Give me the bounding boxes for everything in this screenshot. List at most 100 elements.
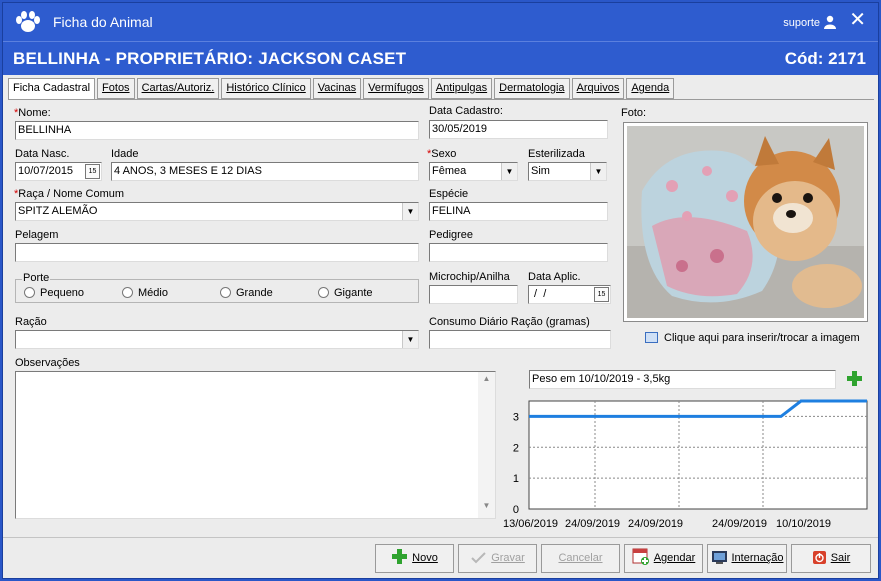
current-user: suporte bbox=[783, 17, 820, 29]
especie-field[interactable]: FELINA bbox=[429, 202, 608, 221]
monitor-icon bbox=[711, 551, 727, 564]
chart-y-tick-label: 2 bbox=[513, 442, 519, 454]
exit-icon bbox=[812, 551, 826, 564]
especie-label: Espécie bbox=[429, 188, 469, 200]
chevron-down-icon[interactable]: ▼ bbox=[402, 203, 418, 220]
porte-grande-radio[interactable]: Grande bbox=[220, 287, 273, 299]
sexo-value: Fêmea bbox=[432, 165, 467, 177]
record-title: BELLINHA - PROPRIETÁRIO: JACKSON CASET bbox=[13, 49, 407, 68]
animal-record-window: Ficha do Animal suporte ✕ BELLINHA - PRO… bbox=[2, 2, 879, 579]
pelagem-label: Pelagem bbox=[15, 229, 59, 241]
data-aplic-field[interactable]: / / 15 bbox=[528, 285, 611, 304]
raca-value: SPITZ ALEMÃO bbox=[18, 205, 98, 217]
calendar-add-icon bbox=[632, 548, 649, 565]
sexo-select[interactable]: Fêmea ▼ bbox=[429, 162, 518, 181]
tab-vacinas[interactable]: Vacinas bbox=[312, 78, 362, 99]
esterilizada-value: Sim bbox=[531, 165, 550, 177]
porte-gigante-radio[interactable]: Gigante bbox=[318, 287, 373, 299]
data-cadastro-field[interactable]: 30/05/2019 bbox=[429, 120, 608, 139]
internacao-button[interactable]: Internação bbox=[707, 544, 787, 573]
porte-medio-radio[interactable]: Médio bbox=[122, 287, 168, 299]
chart-y-tick-label: 3 bbox=[513, 411, 519, 423]
title-bar: Ficha do Animal suporte ✕ bbox=[3, 3, 878, 41]
idade-label: Idade bbox=[111, 148, 139, 160]
data-nasc-value: 10/07/2015 bbox=[18, 165, 74, 177]
chart-y-tick-label: 0 bbox=[513, 504, 519, 516]
data-aplic-label: Data Aplic. bbox=[528, 271, 581, 283]
tab-agenda[interactable]: Agenda bbox=[626, 78, 675, 99]
check-icon bbox=[471, 552, 486, 564]
chart-x-tick-label: 10/10/2019 bbox=[776, 518, 831, 530]
chart-x-tick-label: 24/09/2019 bbox=[565, 518, 620, 530]
tab-fotos[interactable]: Fotos bbox=[97, 78, 135, 99]
raca-select[interactable]: SPITZ ALEMÃO ▼ bbox=[15, 202, 419, 221]
tab-arquivos[interactable]: Arquivos bbox=[571, 78, 625, 99]
record-header: BELLINHA - PROPRIETÁRIO: JACKSON CASET C… bbox=[3, 41, 878, 75]
esterilizada-select[interactable]: Sim ▼ bbox=[528, 162, 607, 181]
window-title: Ficha do Animal bbox=[53, 14, 153, 30]
nome-label: *Nome: bbox=[14, 107, 51, 119]
foto-label: Foto: bbox=[621, 107, 647, 119]
chart-x-tick-label: 24/09/2019 bbox=[628, 518, 683, 530]
microchip-field[interactable] bbox=[429, 285, 518, 304]
observacoes-textarea[interactable]: ▲ ▼ bbox=[15, 371, 496, 519]
pet-photo bbox=[627, 126, 864, 318]
close-button[interactable]: ✕ bbox=[849, 10, 866, 30]
weight-field[interactable]: Peso em 10/10/2019 - 3,5kg bbox=[529, 370, 836, 389]
user-icon bbox=[824, 15, 836, 29]
image-icon bbox=[645, 332, 658, 343]
idade-field[interactable]: 4 ANOS, 3 MESES E 12 DIAS bbox=[111, 162, 419, 181]
agendar-button[interactable]: Agendar bbox=[624, 544, 703, 573]
observacoes-label: Observações bbox=[15, 357, 80, 369]
footer-divider bbox=[3, 537, 878, 538]
tab-dermatologia[interactable]: Dermatologia bbox=[494, 78, 570, 99]
cancelar-button[interactable]: Cancelar bbox=[541, 544, 620, 573]
data-aplic-value: / / bbox=[531, 288, 547, 300]
tab-historico-clinico[interactable]: Histórico Clínico bbox=[221, 78, 311, 99]
data-nasc-field[interactable]: 10/07/2015 15 bbox=[15, 162, 102, 181]
gravar-button[interactable]: Gravar bbox=[458, 544, 537, 573]
porte-pequeno-radio[interactable]: Pequeno bbox=[24, 287, 84, 299]
pelagem-field[interactable] bbox=[15, 243, 419, 262]
chart-x-tick-label: 24/09/2019 bbox=[712, 518, 767, 530]
pedigree-field[interactable] bbox=[429, 243, 608, 262]
novo-button[interactable]: Novo bbox=[375, 544, 454, 573]
chevron-down-icon[interactable]: ▼ bbox=[590, 163, 606, 180]
tab-bar: Ficha Cadastral Fotos Cartas/Autoriz. Histó… bbox=[8, 78, 676, 100]
chevron-down-icon[interactable]: ▼ bbox=[402, 331, 418, 348]
scroll-up-icon[interactable]: ▲ bbox=[478, 374, 495, 389]
sexo-label: *Sexo bbox=[427, 148, 457, 160]
scroll-down-icon[interactable]: ▼ bbox=[478, 501, 495, 516]
add-weight-button[interactable] bbox=[846, 370, 863, 387]
calendar-icon[interactable]: 15 bbox=[594, 287, 609, 302]
change-photo-link[interactable]: Clique aqui para inserir/trocar a imagem bbox=[645, 332, 860, 344]
weight-chart: 0 1 2 3 13/06/2019 24/09/2019 24/09/2019 24/09/… bbox=[503, 399, 868, 530]
consumo-label: Consumo Diário Ração (gramas) bbox=[429, 316, 590, 328]
tab-antipulgas[interactable]: Antipulgas bbox=[430, 78, 493, 99]
paw-icon bbox=[16, 11, 40, 32]
plus-icon bbox=[392, 549, 408, 564]
chevron-down-icon[interactable]: ▼ bbox=[501, 163, 517, 180]
chart-y-tick-label: 1 bbox=[513, 473, 519, 485]
racao-select[interactable]: ▼ bbox=[15, 330, 419, 349]
tab-vermifugos[interactable]: Vermífugos bbox=[363, 78, 429, 99]
tab-ficha-cadastral[interactable]: Ficha Cadastral bbox=[8, 78, 96, 100]
tab-divider bbox=[8, 99, 874, 100]
data-cadastro-label: Data Cadastro: bbox=[429, 105, 503, 117]
microchip-label: Microchip/Anilha bbox=[429, 271, 510, 283]
consumo-field[interactable] bbox=[429, 330, 611, 349]
data-nasc-label: Data Nasc. bbox=[15, 148, 70, 160]
calendar-icon[interactable]: 15 bbox=[85, 164, 100, 179]
nome-field[interactable]: BELLINHA bbox=[15, 121, 419, 140]
raca-label: *Raça / Nome Comum bbox=[14, 188, 125, 200]
porte-groupbox: Porte Pequeno Médio Grande Gigante bbox=[15, 272, 419, 303]
sair-button[interactable]: Sair bbox=[791, 544, 871, 573]
record-code: Cód: 2171 bbox=[784, 49, 866, 68]
chart-x-tick-label: 13/06/2019 bbox=[503, 518, 558, 530]
pet-photo-frame bbox=[623, 122, 868, 322]
tab-cartas[interactable]: Cartas/Autoriz. bbox=[136, 78, 220, 99]
porte-label: Porte bbox=[22, 272, 51, 284]
observacoes-scrollbar[interactable]: ▲ ▼ bbox=[478, 372, 495, 518]
pedigree-label: Pedigree bbox=[429, 229, 474, 241]
racao-label: Ração bbox=[15, 316, 47, 328]
